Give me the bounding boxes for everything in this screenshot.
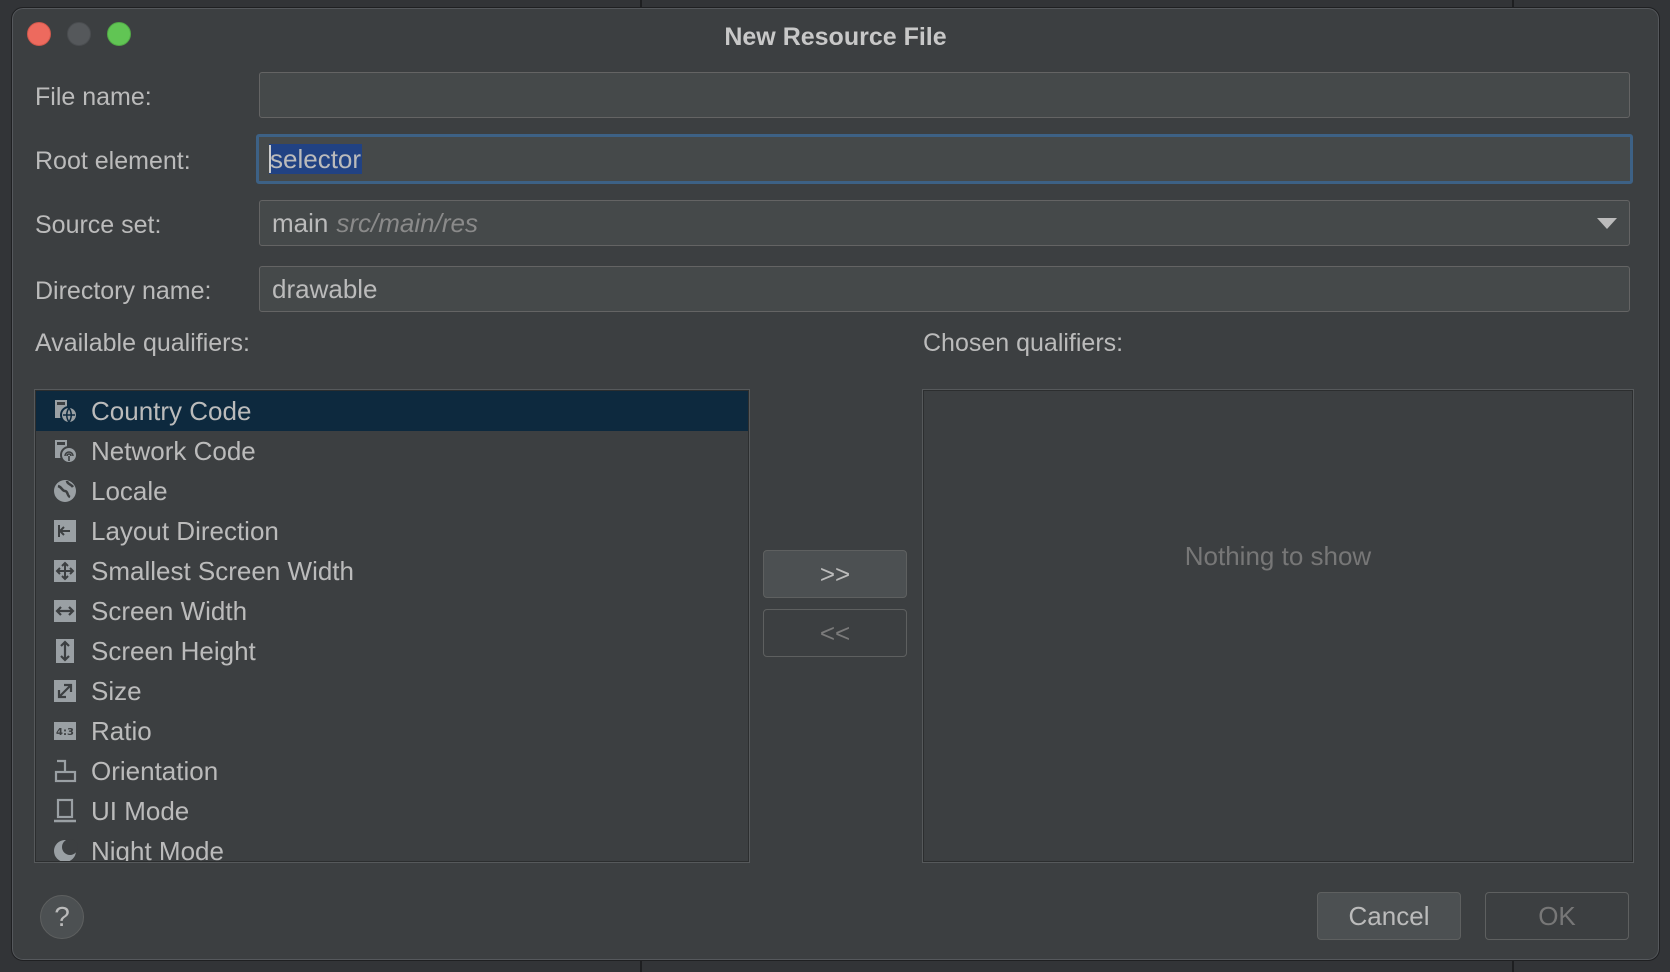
ok-button[interactable]: OK xyxy=(1485,892,1629,940)
list-item[interactable]: Screen Width xyxy=(36,591,748,631)
file-name-label: File name: xyxy=(35,83,152,111)
country-code-icon xyxy=(55,400,78,424)
list-item[interactable]: Screen Height xyxy=(36,631,748,671)
list-item[interactable]: Locale xyxy=(36,471,748,511)
screen-width-icon xyxy=(54,600,76,622)
list-item-label: Screen Height xyxy=(91,636,256,666)
list-item-label: Locale xyxy=(91,476,168,506)
list-item-label: Screen Width xyxy=(91,596,248,626)
chosen-qualifiers-label: Chosen qualifiers: xyxy=(923,329,1124,357)
file-name-input[interactable] xyxy=(259,72,1630,118)
size-icon xyxy=(54,680,76,702)
night-mode-icon xyxy=(54,839,78,861)
orientation-icon xyxy=(54,759,77,783)
list-item[interactable]: 4:3 Ratio xyxy=(36,711,748,751)
svg-text:4:3: 4:3 xyxy=(56,727,74,738)
locale-icon xyxy=(54,480,76,502)
list-item-label: UI Mode xyxy=(91,796,190,826)
list-item-label: Size xyxy=(91,676,142,706)
new-resource-file-dialog: New Resource File File name: Root elemen… xyxy=(11,7,1660,961)
list-item-label: Smallest Screen Width xyxy=(91,556,354,586)
list-item[interactable]: Network Code xyxy=(36,431,748,471)
dialog-title: New Resource File xyxy=(724,23,947,51)
ui-mode-icon xyxy=(54,798,76,823)
list-item[interactable]: Size xyxy=(36,671,748,711)
list-item[interactable]: Night Mode xyxy=(36,831,748,862)
list-item[interactable]: Country Code xyxy=(36,391,748,431)
list-item[interactable]: Orientation xyxy=(36,751,748,791)
help-button[interactable]: ? xyxy=(40,895,84,939)
root-element-value: selector xyxy=(269,144,363,174)
add-qualifier-button[interactable]: >> xyxy=(763,550,907,598)
chevron-down-icon[interactable] xyxy=(1597,218,1617,229)
empty-state-text: Nothing to show xyxy=(1184,541,1372,571)
list-item[interactable]: Smallest Screen Width xyxy=(36,551,748,591)
directory-name-label: Directory name: xyxy=(35,277,212,305)
screen-height-icon xyxy=(56,639,74,663)
source-set-label: Source set: xyxy=(35,211,162,239)
list-item[interactable]: UI Mode xyxy=(36,791,748,831)
ratio-icon: 4:3 xyxy=(54,722,76,740)
available-qualifiers-list[interactable]: Country Code Network Code Locale Layout … xyxy=(35,390,749,862)
list-item-label: Ratio xyxy=(91,716,152,746)
remove-qualifier-button[interactable]: << xyxy=(763,609,907,657)
chosen-qualifiers-list[interactable]: Nothing to show xyxy=(923,390,1633,862)
directory-name-input[interactable]: drawable xyxy=(259,266,1630,312)
list-item-label: Layout Direction xyxy=(91,516,279,546)
list-item-label: Country Code xyxy=(91,396,252,426)
list-item-label: Orientation xyxy=(91,756,219,786)
cancel-button[interactable]: Cancel xyxy=(1317,892,1461,940)
list-item-label: Network Code xyxy=(91,436,256,466)
root-element-label: Root element: xyxy=(35,147,191,175)
available-qualifiers-label: Available qualifiers: xyxy=(35,329,250,357)
text-caret xyxy=(269,145,271,174)
source-set-select[interactable]: main src/main/res xyxy=(259,200,1630,246)
source-set-hint: src/main/res xyxy=(336,208,478,238)
network-code-icon xyxy=(55,440,78,464)
root-element-input[interactable]: selector xyxy=(256,134,1633,184)
source-set-value: main xyxy=(272,208,329,238)
list-item-label: Night Mode xyxy=(91,836,224,862)
layout-direction-icon xyxy=(54,520,76,542)
smallest-screen-width-icon xyxy=(54,560,76,582)
list-item[interactable]: Layout Direction xyxy=(36,511,748,551)
title-bar: New Resource File xyxy=(12,8,1659,60)
